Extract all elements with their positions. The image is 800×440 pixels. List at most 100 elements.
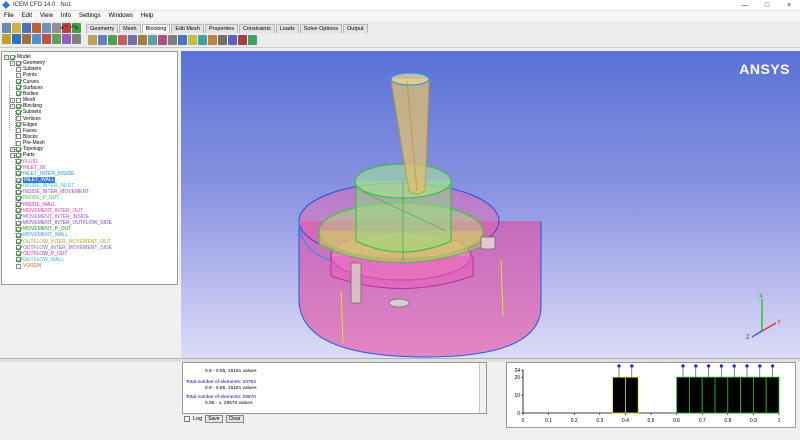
tree-blocking-edges[interactable]: Edges: [16, 122, 37, 128]
visibility-checkbox[interactable]: [16, 122, 21, 128]
expand-toggle[interactable]: +: [10, 97, 15, 103]
tree-blocking-faces[interactable]: Faces: [16, 128, 37, 134]
menu-file[interactable]: File: [0, 11, 18, 21]
tree-part-inside-wall[interactable]: INSIDE_WALL: [16, 202, 56, 208]
menu-help[interactable]: Help: [137, 11, 157, 21]
histogram-bar[interactable]: [714, 376, 729, 414]
histogram-bar[interactable]: [688, 376, 703, 414]
visibility-checkbox[interactable]: [16, 109, 21, 115]
associate-icon[interactable]: [128, 35, 137, 45]
pan-icon[interactable]: [32, 34, 41, 44]
quality-histogram[interactable]: 0 0.1 0.2 0.3 0.4 0.5 0.6 0.7 0.8 0.9 1 0 10 20 24: [506, 362, 796, 428]
expand-toggle[interactable]: −: [4, 54, 9, 60]
tree-part-movement-p-out[interactable]: MOVEMENT_P_OUT: [16, 226, 71, 232]
zoom-icon[interactable]: [12, 34, 21, 44]
histogram-bar[interactable]: [752, 376, 767, 414]
fit-window-icon[interactable]: [2, 34, 11, 44]
visibility-checkbox[interactable]: [16, 66, 21, 72]
transform-icon[interactable]: [148, 35, 157, 45]
maximize-button[interactable]: □: [756, 0, 778, 11]
expand-toggle[interactable]: −: [10, 103, 15, 109]
edit-edge-icon[interactable]: [158, 35, 167, 45]
menu-edit[interactable]: Edit: [18, 11, 36, 21]
display-icon[interactable]: [238, 35, 247, 45]
tree-parts[interactable]: − Parts: [10, 152, 35, 158]
tree-part-movement-inter-inside[interactable]: MOVEMENT_INTER_INSIDE: [16, 214, 89, 220]
clear-button[interactable]: Clear: [225, 415, 244, 423]
visibility-checkbox[interactable]: [16, 91, 21, 97]
split-block-icon[interactable]: [98, 35, 107, 45]
tab-constraints[interactable]: Constraints: [238, 24, 275, 33]
visibility-checkbox[interactable]: [16, 60, 21, 66]
visibility-checkbox[interactable]: [16, 134, 21, 140]
tree-model[interactable]: − Model: [4, 54, 31, 60]
menu-windows[interactable]: Windows: [105, 11, 137, 21]
tree-part-inlet-inter-inside[interactable]: INLET_INTER_INSIDE: [16, 171, 74, 177]
visibility-checkbox[interactable]: [16, 128, 21, 134]
save-button[interactable]: Save: [205, 415, 223, 423]
tree-part-outflow-inter-movement-side[interactable]: OUTFLOW_INTER_MOVEMENT_SIDE: [16, 245, 112, 251]
menu-view[interactable]: View: [36, 11, 57, 21]
open-mesh-icon[interactable]: [32, 23, 41, 33]
tree-part-outflow-p-out[interactable]: OUTFLOW_P_OUT: [16, 251, 67, 257]
refresh-icon[interactable]: [72, 34, 81, 44]
color-icon[interactable]: [228, 35, 237, 45]
message-scrollbar[interactable]: [479, 363, 486, 413]
tab-solve-options[interactable]: Solve Options: [299, 24, 343, 33]
tree-part-inlet-wall[interactable]: INLET_WALL: [16, 177, 56, 183]
histogram-bar[interactable]: [701, 376, 716, 414]
open-blocking-icon[interactable]: [22, 23, 31, 33]
tree-part-movement-inter-out[interactable]: MOVEMENT_INTER_OUT: [16, 208, 83, 214]
snap-icon[interactable]: [248, 35, 257, 45]
expand-toggle[interactable]: −: [10, 60, 15, 66]
block-info-icon[interactable]: [218, 35, 227, 45]
histogram-bar[interactable]: [765, 376, 780, 414]
tree-mesh[interactable]: + Mesh: [10, 97, 35, 103]
visibility-checkbox[interactable]: [16, 257, 21, 263]
measure-icon[interactable]: [62, 34, 71, 44]
tree-blocking-blocks[interactable]: Blocks: [16, 134, 38, 140]
undo-icon[interactable]: ↶: [60, 24, 69, 33]
tab-mesh[interactable]: Mesh: [119, 24, 141, 33]
pre-mesh-smooth-icon[interactable]: [188, 35, 197, 45]
tab-geometry[interactable]: Geometry: [86, 24, 119, 33]
merge-vertices-icon[interactable]: [108, 35, 117, 45]
close-button[interactable]: ×: [778, 0, 800, 11]
tree-part-movement-inter-outflow-side[interactable]: MOVEMENT_INTER_OUTFLOW_SIDE: [16, 220, 112, 226]
tab-properties[interactable]: Properties: [204, 24, 238, 33]
tree-blocking-subsets[interactable]: Subsets: [16, 109, 41, 115]
histogram-chart[interactable]: 0 0.1 0.2 0.3 0.4 0.5 0.6 0.7 0.8 0.9 10102024: [507, 363, 795, 427]
edit-block-icon[interactable]: [118, 35, 127, 45]
tree-part-inside-inter-inlet[interactable]: INSIDE_INTER_INLET: [16, 183, 74, 189]
menu-info[interactable]: Info: [57, 11, 75, 21]
tree-geometry-bodies[interactable]: Bodies: [16, 91, 38, 97]
create-block-icon[interactable]: [88, 35, 97, 45]
pre-mesh-params-icon[interactable]: [168, 35, 177, 45]
log-checkbox[interactable]: [184, 416, 190, 422]
open-geometry-icon[interactable]: [12, 23, 21, 33]
tab-blocking[interactable]: Blocking: [141, 24, 171, 33]
histogram-bar[interactable]: [612, 376, 626, 414]
histogram-bar[interactable]: [727, 376, 742, 414]
move-vertex-icon[interactable]: [138, 35, 147, 45]
check-blocks-icon[interactable]: [198, 35, 207, 45]
tree-part-inside-p-out[interactable]: INSIDE_P_OUT: [16, 195, 59, 201]
pre-mesh-quality-icon[interactable]: [178, 35, 187, 45]
histogram-bar[interactable]: [740, 376, 754, 414]
3d-model-view[interactable]: [181, 51, 800, 358]
graphics-viewport[interactable]: ANSYS X Y Z: [181, 51, 800, 358]
rotate-icon[interactable]: [22, 34, 31, 44]
tree-part-movement-wall[interactable]: MOVEMENT_WALL: [16, 232, 68, 238]
tree-part-outflow-wall[interactable]: OUTFLOW_WALL: [16, 257, 64, 263]
redo-icon[interactable]: ↷: [71, 24, 80, 33]
wireframe-icon[interactable]: [42, 34, 51, 44]
minimize-button[interactable]: —: [734, 0, 756, 11]
histogram-bar[interactable]: [625, 376, 639, 414]
tree-geometry-subsets[interactable]: Subsets: [16, 66, 41, 72]
tree-geometry[interactable]: − Geometry: [10, 60, 45, 66]
visibility-checkbox[interactable]: [16, 263, 21, 269]
tab-loads[interactable]: Loads: [275, 24, 299, 33]
tree-part-inside-inter-movement[interactable]: INSIDE_INTER_MOVEMENT: [16, 189, 89, 195]
tab-output[interactable]: Output: [343, 24, 368, 33]
shaded-icon[interactable]: [52, 34, 61, 44]
